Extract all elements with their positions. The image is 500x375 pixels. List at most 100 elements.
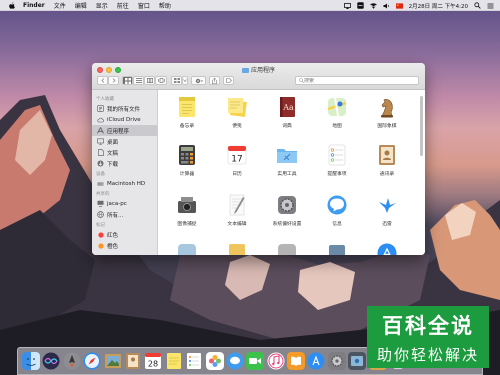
- dictionary-icon: Aa: [280, 97, 295, 117]
- app-row4-1[interactable]: [162, 242, 212, 255]
- search-input[interactable]: [304, 77, 414, 84]
- app-stickies[interactable]: 便笺: [212, 96, 262, 129]
- vertical-scrollbar[interactable]: [420, 96, 423, 156]
- title-bar: 应用程序: [92, 63, 425, 90]
- apple-icon[interactable]: [9, 1, 16, 9]
- messages-icon[interactable]: [226, 352, 244, 370]
- action-gear-button[interactable]: [191, 76, 206, 85]
- search-field[interactable]: [295, 76, 419, 85]
- contacts-icon[interactable]: [124, 352, 142, 370]
- arrange-chevron-icon[interactable]: [182, 76, 188, 85]
- app-contacts[interactable]: 通讯录: [362, 144, 412, 177]
- menu-view[interactable]: 显示: [96, 1, 108, 10]
- back-button[interactable]: [97, 76, 108, 85]
- sidebar-item-jaca-pc[interactable]: jaca-pc: [92, 198, 157, 209]
- photos-icon[interactable]: [205, 352, 224, 370]
- app-xunlei[interactable]: 迅雷: [362, 194, 412, 227]
- system-preferences-icon[interactable]: [327, 352, 346, 370]
- cover-flow-button[interactable]: [155, 76, 167, 85]
- siri-icon[interactable]: [42, 352, 60, 370]
- finder-window: 应用程序 个人收藏 我的所有文件 iCloud: [92, 63, 425, 255]
- screen-mirroring-icon[interactable]: [343, 2, 351, 9]
- sidebar-item-documents[interactable]: 文稿: [92, 147, 157, 158]
- cloud-icon: [97, 116, 104, 123]
- sidebar-section-devices: 设备: [96, 172, 105, 177]
- list-view-button[interactable]: [133, 76, 144, 85]
- reminders-icon[interactable]: [185, 352, 203, 370]
- menu-finder[interactable]: Finder: [23, 2, 45, 9]
- all-files-icon: [97, 105, 104, 112]
- sidebar-item-tag-orange[interactable]: 橙色: [92, 240, 157, 251]
- wifi-icon[interactable]: [369, 2, 377, 9]
- siri-menu-icon[interactable]: [356, 2, 364, 9]
- sidebar-item-downloads[interactable]: 下载: [92, 158, 157, 169]
- app-reminders[interactable]: 提醒事项: [312, 144, 362, 177]
- sidebar-item-icloud[interactable]: iCloud Drive: [92, 114, 157, 125]
- app-textedit[interactable]: 文本编辑: [212, 194, 262, 227]
- sidebar-item-label: 文稿: [107, 150, 119, 157]
- app-utilities[interactable]: 实用工具: [262, 144, 312, 177]
- sidebar-item-label: 我的所有文件: [107, 106, 141, 113]
- app-system-preferences[interactable]: 系统偏好设置: [262, 194, 312, 227]
- watermark-logo: 百科全说 助你轻松解决: [367, 306, 489, 368]
- column-view-button[interactable]: [144, 76, 155, 85]
- sidebar-item-label: jaca-pc: [107, 200, 127, 207]
- sidebar-item-label: 应用程序: [107, 128, 130, 135]
- app-store-icon[interactable]: [307, 352, 325, 370]
- app-row4-2[interactable]: [212, 242, 262, 255]
- launchpad-icon[interactable]: [63, 352, 81, 370]
- safari-icon[interactable]: [83, 352, 101, 370]
- notification-center-icon[interactable]: [487, 2, 494, 9]
- volume-icon[interactable]: [383, 2, 390, 9]
- menubar-clock[interactable]: 2月28日 周二 下午4:20: [409, 2, 468, 10]
- sidebar-item-macintosh-hd[interactable]: Macintosh HD: [92, 178, 157, 189]
- calendar-icon[interactable]: 28: [144, 352, 162, 370]
- sidebar-item-tag-red[interactable]: 红色: [92, 229, 157, 240]
- itunes-icon[interactable]: [267, 352, 285, 370]
- app-row4-3[interactable]: [262, 242, 312, 255]
- sidebar-item-all-shared[interactable]: 所有...: [92, 209, 157, 220]
- airdrop-folder-icon[interactable]: [348, 352, 367, 370]
- app-calculator[interactable]: 计算器: [162, 144, 212, 177]
- app-row4-4[interactable]: [312, 242, 362, 255]
- photo-preview-icon[interactable]: [104, 352, 122, 370]
- forward-button[interactable]: [108, 76, 119, 85]
- menu-window[interactable]: 窗口: [138, 1, 150, 10]
- network-computer-icon: [97, 200, 104, 207]
- menu-help[interactable]: 帮助: [159, 1, 171, 10]
- orange-tag-dot-icon: [97, 242, 104, 249]
- window-title-text: 应用程序: [250, 67, 275, 74]
- app-chess[interactable]: 国际象棋: [362, 96, 412, 129]
- app-maps[interactable]: 地图: [312, 96, 362, 129]
- app-row4-5[interactable]: [362, 242, 412, 255]
- sidebar-item-label: 桌面: [107, 139, 119, 146]
- app-notes[interactable]: 备忘录: [162, 96, 212, 129]
- notes-icon[interactable]: [165, 352, 183, 370]
- calculator-icon: [179, 145, 195, 165]
- spotlight-icon[interactable]: [474, 2, 481, 9]
- icon-view-button[interactable]: [122, 76, 133, 85]
- finder-icon[interactable]: [22, 352, 40, 370]
- app-calendar[interactable]: 17 日历: [212, 144, 262, 177]
- menu-edit[interactable]: 编辑: [75, 1, 87, 10]
- sidebar-item-desktop[interactable]: 桌面: [92, 136, 157, 147]
- ibooks-icon[interactable]: [287, 352, 306, 370]
- desktop-icon: [97, 138, 104, 145]
- menu-file[interactable]: 文件: [54, 1, 66, 10]
- sidebar-item-label: 下载: [107, 161, 119, 168]
- flag-icon[interactable]: [395, 2, 403, 9]
- calendar-icon: 17: [227, 145, 247, 165]
- menu-go[interactable]: 前往: [117, 1, 129, 10]
- app-messages[interactable]: 信息: [312, 194, 362, 227]
- maps-icon: [327, 97, 347, 117]
- arrange-button[interactable]: [171, 76, 182, 85]
- app-dictionary[interactable]: Aa 词典: [262, 96, 312, 129]
- facetime-icon[interactable]: [246, 352, 265, 370]
- share-button[interactable]: [209, 76, 220, 85]
- sidebar-item-all-files[interactable]: 我的所有文件: [92, 103, 157, 114]
- messages-icon: [327, 195, 347, 215]
- app-image-capture[interactable]: 图像捕捉: [162, 194, 212, 227]
- app-icon-partial: [278, 244, 296, 255]
- sidebar-item-applications[interactable]: 应用程序: [92, 125, 157, 136]
- tags-button[interactable]: [223, 76, 234, 85]
